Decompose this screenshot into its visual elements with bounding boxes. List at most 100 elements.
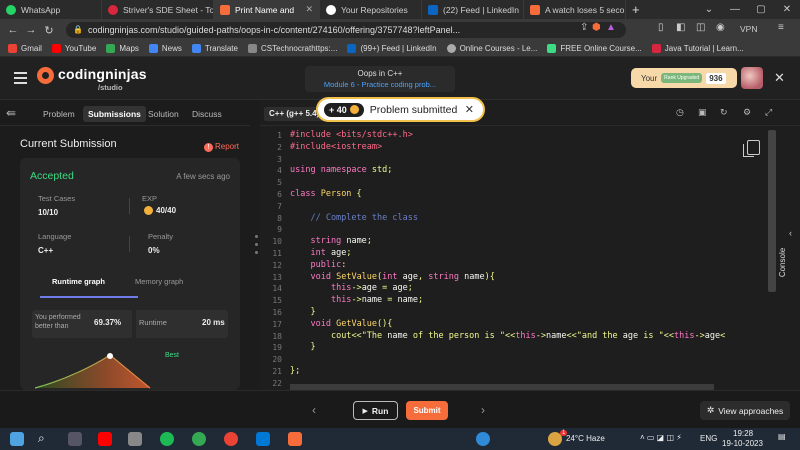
report-button[interactable]: ! Report xyxy=(204,142,239,152)
browser-tab-active[interactable]: Print Name and ✕ xyxy=(214,0,320,19)
courses-icon xyxy=(547,44,557,53)
spotify-icon[interactable] xyxy=(160,432,174,446)
view-approaches-button[interactable]: ✲ View approaches xyxy=(700,401,790,420)
close-tab-icon[interactable]: ✕ xyxy=(305,4,313,15)
sidebar-icon[interactable]: ▯ xyxy=(658,22,664,33)
code-line: // Complete the class xyxy=(290,212,418,223)
browser-tab-linkedin[interactable]: (22) Feed | LinkedIn xyxy=(422,0,524,19)
help-icon[interactable] xyxy=(476,432,490,446)
notifications-icon[interactable]: ▤ xyxy=(778,432,786,441)
bookmark-online-courses[interactable]: Online Courses - Le... xyxy=(446,44,537,53)
line-number: 18 xyxy=(272,331,282,341)
tab-memory-graph[interactable]: Memory graph xyxy=(135,277,183,286)
edge-icon[interactable] xyxy=(128,432,142,446)
brave-shield-icon[interactable]: ⬢ xyxy=(592,22,601,33)
extensions-icon[interactable]: ◧ xyxy=(676,22,685,33)
share-icon[interactable]: ⇪ xyxy=(580,22,588,33)
panel-resize-handle[interactable] xyxy=(255,235,258,259)
next-problem-icon[interactable]: › xyxy=(481,403,485,417)
play-icon: ▶ xyxy=(362,407,368,415)
site-header: codingninjas /studio Oops in C++ Module … xyxy=(0,57,800,100)
code-line: string name; xyxy=(310,236,372,247)
hamburger-menu-icon[interactable] xyxy=(14,72,27,87)
vscode-icon[interactable] xyxy=(256,432,270,446)
save-icon[interactable]: ▣ xyxy=(698,107,707,118)
chevron-down-icon[interactable]: ⌄ xyxy=(696,4,722,15)
code-area[interactable]: #include <bits/stdc++.h> #include<iostrea… xyxy=(290,127,778,382)
chrome-icon[interactable] xyxy=(224,432,238,446)
toast-message: Problem submitted xyxy=(369,103,458,116)
browser-tab-striver[interactable]: Striver's SDE Sheet - Top xyxy=(102,0,214,19)
tray-icons[interactable]: ˄ ▭ ◪ ◫ ⚡ xyxy=(640,433,682,442)
tab-label: Print Name and xyxy=(235,4,295,15)
submission-toast: + 40 Problem submitted ✕ xyxy=(316,97,485,122)
reset-icon[interactable]: ↻ xyxy=(720,107,728,118)
console-toggle[interactable]: ‹ Console xyxy=(778,228,800,302)
line-number: 11 xyxy=(272,249,282,258)
account-icon[interactable]: ◉ xyxy=(716,22,725,33)
logo-text[interactable]: codingninjas xyxy=(58,66,147,82)
close-icon[interactable]: ✕ xyxy=(774,70,785,86)
close-toast-icon[interactable]: ✕ xyxy=(465,103,474,116)
settings-icon[interactable]: ⚙ xyxy=(743,107,751,118)
avatar[interactable] xyxy=(741,67,763,89)
maximize-icon[interactable]: ▢ xyxy=(748,4,774,15)
bookmark-java[interactable]: Java Tutorial | Learn... xyxy=(651,44,744,53)
minimize-icon[interactable]: — xyxy=(722,4,748,15)
browser-tab-whatsapp[interactable]: WhatsApp xyxy=(0,0,102,19)
browser-tab-watch[interactable]: A watch loses 5 seco xyxy=(524,0,626,19)
timer-icon[interactable]: ◷ xyxy=(676,107,684,118)
brave-icon[interactable] xyxy=(288,432,302,446)
windows-start-icon[interactable] xyxy=(10,432,24,446)
weather-text[interactable]: 24°C Haze xyxy=(566,434,605,443)
tab-solution[interactable]: Solution xyxy=(143,106,184,122)
tab-runtime-graph[interactable]: Runtime graph xyxy=(52,277,105,286)
fullscreen-icon[interactable]: ⤢ xyxy=(765,107,772,118)
line-number: 2 xyxy=(277,142,282,152)
menu-icon[interactable]: ≡ xyxy=(778,22,784,33)
clock-date[interactable]: 19-10-2023 xyxy=(722,439,763,448)
vertical-scrollbar[interactable] xyxy=(768,130,776,292)
task-view-icon[interactable] xyxy=(68,432,82,446)
clock-time[interactable]: 19:28 xyxy=(733,429,753,438)
forward-icon[interactable]: → xyxy=(22,24,40,36)
copy-icon[interactable] xyxy=(743,140,760,157)
tab-submissions[interactable]: Submissions xyxy=(83,106,146,122)
bookmark-maps[interactable]: Maps xyxy=(106,44,139,53)
youtube-icon[interactable] xyxy=(98,432,112,446)
submission-time: A few secs ago xyxy=(176,172,230,181)
collapse-panel-icon[interactable]: ⇚ xyxy=(6,106,16,120)
run-button[interactable]: ▶ Run xyxy=(353,401,398,420)
input-language[interactable]: ENG xyxy=(700,434,717,443)
bookmark-gmail[interactable]: Gmail xyxy=(8,44,42,53)
close-window-icon[interactable]: ✕ xyxy=(774,4,800,15)
chrome-icon[interactable] xyxy=(192,432,206,446)
tab-discuss[interactable]: Discuss xyxy=(187,106,227,122)
wallet-icon[interactable]: ◫ xyxy=(696,22,705,33)
reload-icon[interactable]: ↻ xyxy=(40,24,58,37)
url-field[interactable]: 🔒 codingninjas.com/studio/guided-paths/o… xyxy=(66,22,626,38)
codingninjas-logo-icon[interactable] xyxy=(37,67,54,84)
code-line: int age; xyxy=(310,248,352,258)
bookmark-free-courses[interactable]: FREE Online Course... xyxy=(547,44,642,53)
search-icon[interactable]: ⌕ xyxy=(38,431,45,446)
bookmark-news[interactable]: News xyxy=(148,44,182,53)
tab-problem[interactable]: Problem xyxy=(38,106,80,122)
bookmark-label: Maps xyxy=(119,44,139,53)
prev-problem-icon[interactable]: ‹ xyxy=(312,403,316,417)
vpn-badge[interactable]: VPN xyxy=(740,24,757,34)
bookmark-cstechnocrat[interactable]: CSTechnocrathttps:... xyxy=(247,44,337,53)
rank-badge[interactable]: Your Rank Upgraded 936 xyxy=(631,68,737,88)
browser-tab-github[interactable]: Your Repositories xyxy=(320,0,422,19)
new-tab-button[interactable]: + xyxy=(626,0,646,19)
bookmark-translate[interactable]: Translate xyxy=(191,44,238,53)
brave-rewards-icon[interactable]: ▲ xyxy=(606,22,616,33)
submit-button[interactable]: Submit xyxy=(406,401,448,420)
line-number: 9 xyxy=(277,225,282,235)
bookmark-linkedin[interactable]: (99+) Feed | LinkedIn xyxy=(347,44,437,53)
youtube-icon xyxy=(51,44,61,53)
back-icon[interactable]: ← xyxy=(4,24,22,36)
course-selector[interactable]: Oops in C++ Module 6 - Practice coding p… xyxy=(305,66,455,92)
bookmark-youtube[interactable]: YouTube xyxy=(51,44,96,53)
logo-subtitle: /studio xyxy=(98,83,123,92)
